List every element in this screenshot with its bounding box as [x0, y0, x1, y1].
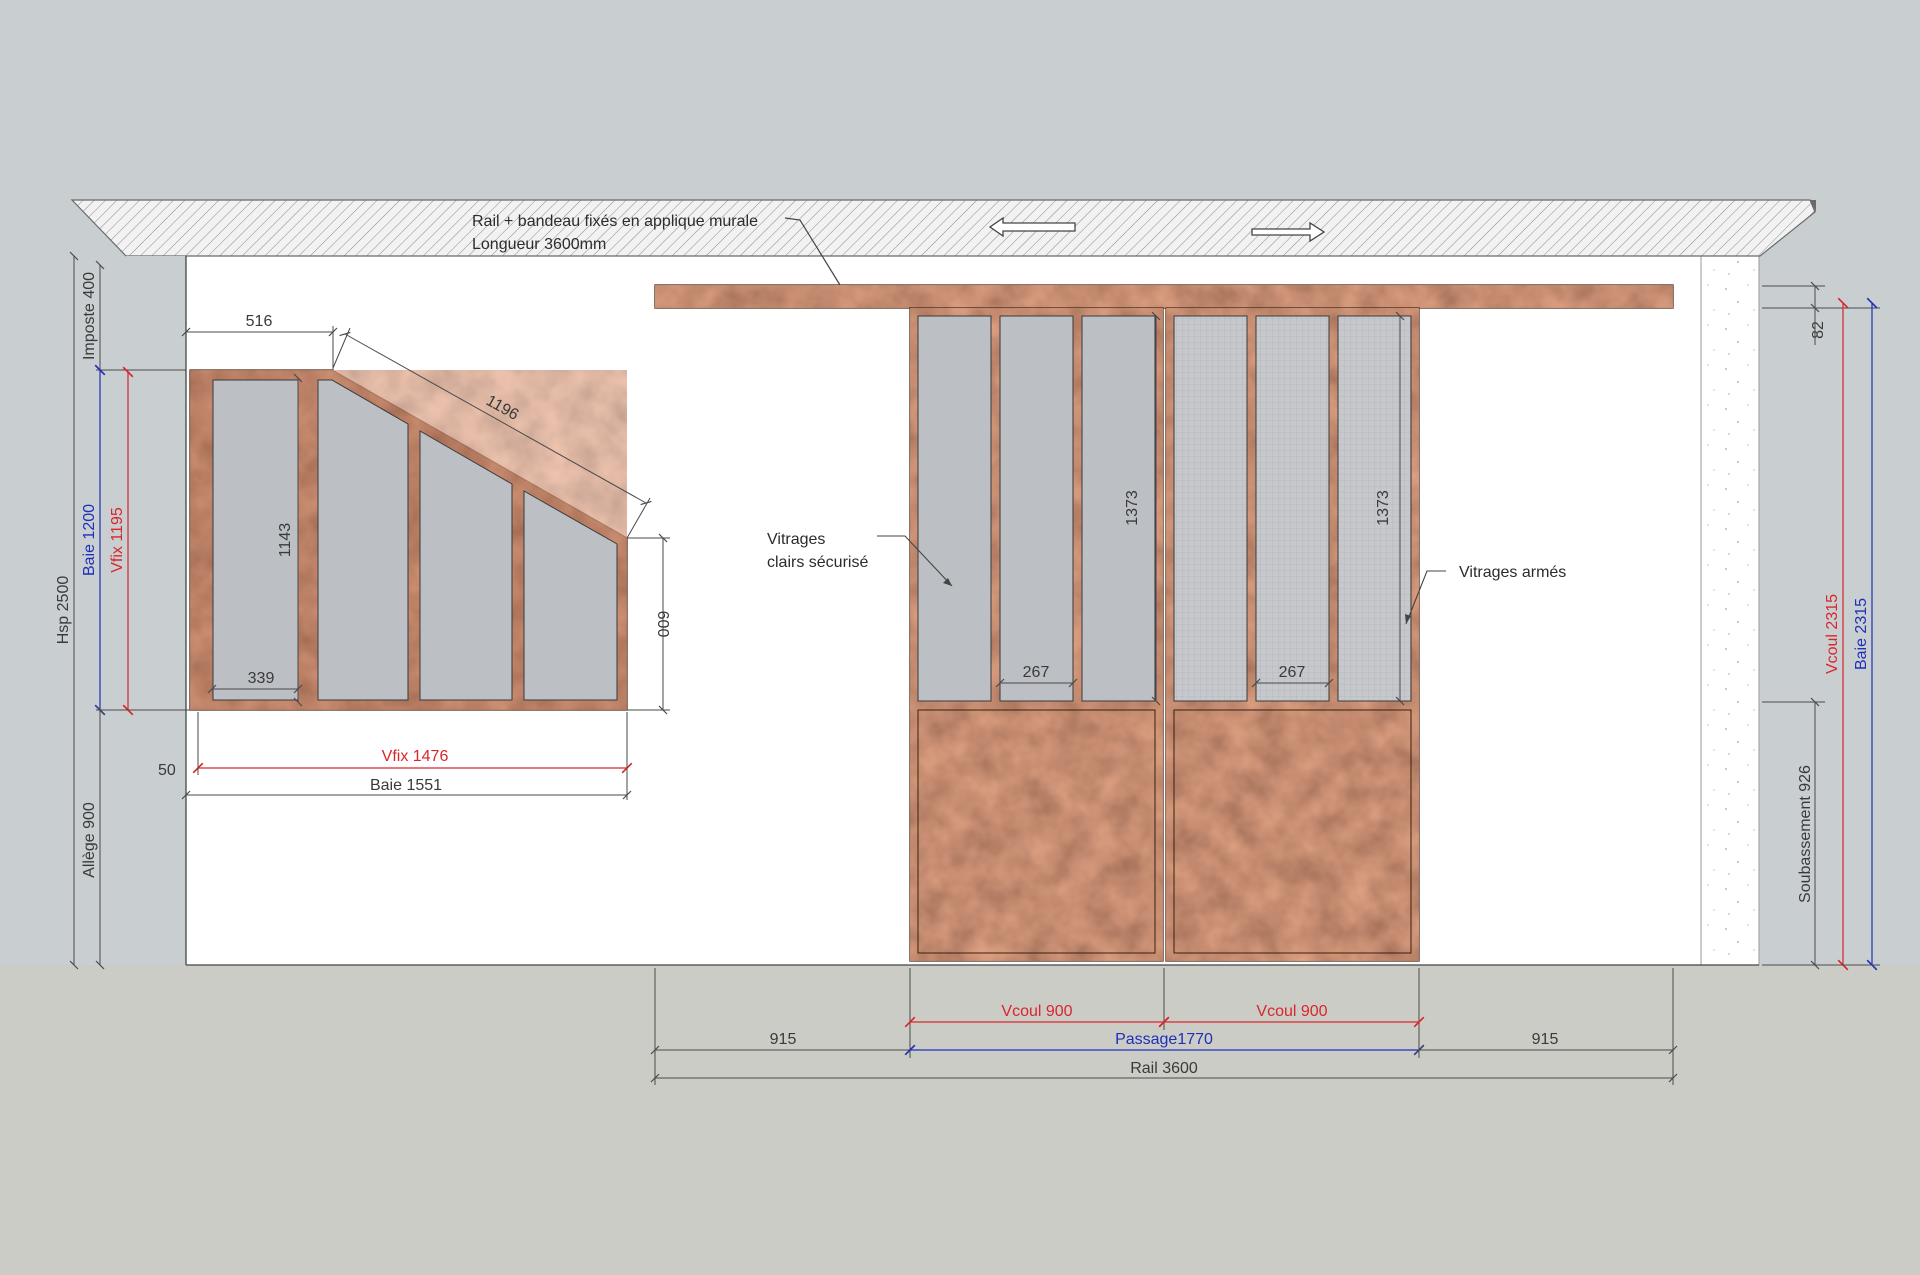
dim-vfix-1195: Vfix 1195 — [109, 507, 126, 573]
dim-267-left: 267 — [1023, 664, 1050, 681]
dim-267-right: 267 — [1279, 664, 1306, 681]
door-left-pane-2 — [999, 315, 1074, 702]
dim-516: 516 — [246, 313, 273, 330]
dim-passage-1770: Passage1770 — [1115, 1031, 1213, 1048]
left-pillar — [126, 256, 186, 965]
dim-339: 339 — [248, 670, 275, 687]
clear-glass-label-line1: Vitrages — [767, 531, 825, 548]
sliding-door-left — [909, 307, 1164, 962]
dim-vcoul-900-left: Vcoul 900 — [1001, 1003, 1072, 1020]
dim-82: 82 — [1810, 321, 1827, 339]
door-left-pane-3 — [1081, 315, 1156, 702]
dim-1373-right: 1373 — [1375, 490, 1392, 526]
dim-1143: 1143 — [277, 523, 294, 558]
ceiling-hatch — [70, 199, 1816, 257]
dim-hsp-2500: Hsp 2500 — [55, 576, 72, 645]
window-opening-top — [186, 256, 331, 368]
dim-915-right: 915 — [1532, 1031, 1559, 1048]
dim-baie-1200: Baie 1200 — [81, 504, 98, 576]
ground — [0, 965, 1920, 1275]
sliding-rail-texture — [655, 285, 1673, 308]
rail-note-line1: Rail + bandeau fixés en applique murale — [472, 213, 758, 230]
door-right-pane-2 — [1255, 315, 1330, 702]
dim-600: 600 — [654, 611, 671, 638]
clear-glass-label-line2: clairs sécurisé — [767, 554, 868, 571]
wired-glass-label: Vitrages armés — [1459, 564, 1566, 581]
dim-imposte-400: Imposte 400 — [81, 272, 98, 360]
door-right-pane-1 — [1173, 315, 1248, 702]
rail-note-line2: Longueur 3600mm — [472, 236, 606, 253]
dim-soubassement-926: Soubassement 926 — [1797, 765, 1814, 903]
dim-1373-left: 1373 — [1124, 490, 1141, 526]
sliding-door-right — [1165, 307, 1420, 962]
dim-rail-3600: Rail 3600 — [1130, 1060, 1198, 1077]
elevation-drawing: Rail + bandeau fixés en applique murale … — [0, 0, 1920, 1275]
stone-column — [1700, 255, 1760, 966]
dim-vcoul-900-right: Vcoul 900 — [1256, 1003, 1327, 1020]
window-pane-2 — [317, 379, 409, 701]
dim-vfix-1476: Vfix 1476 — [382, 748, 449, 765]
dim-vcoul-2315: Vcoul 2315 — [1824, 594, 1841, 674]
door-left-pane-1 — [917, 315, 992, 702]
dim-baie-1551: Baie 1551 — [370, 777, 442, 794]
dim-baie-2315: Baie 2315 — [1853, 598, 1870, 670]
dim-915-left: 915 — [770, 1031, 797, 1048]
dim-50: 50 — [158, 762, 176, 779]
dim-allege-900: Allège 900 — [81, 802, 98, 878]
